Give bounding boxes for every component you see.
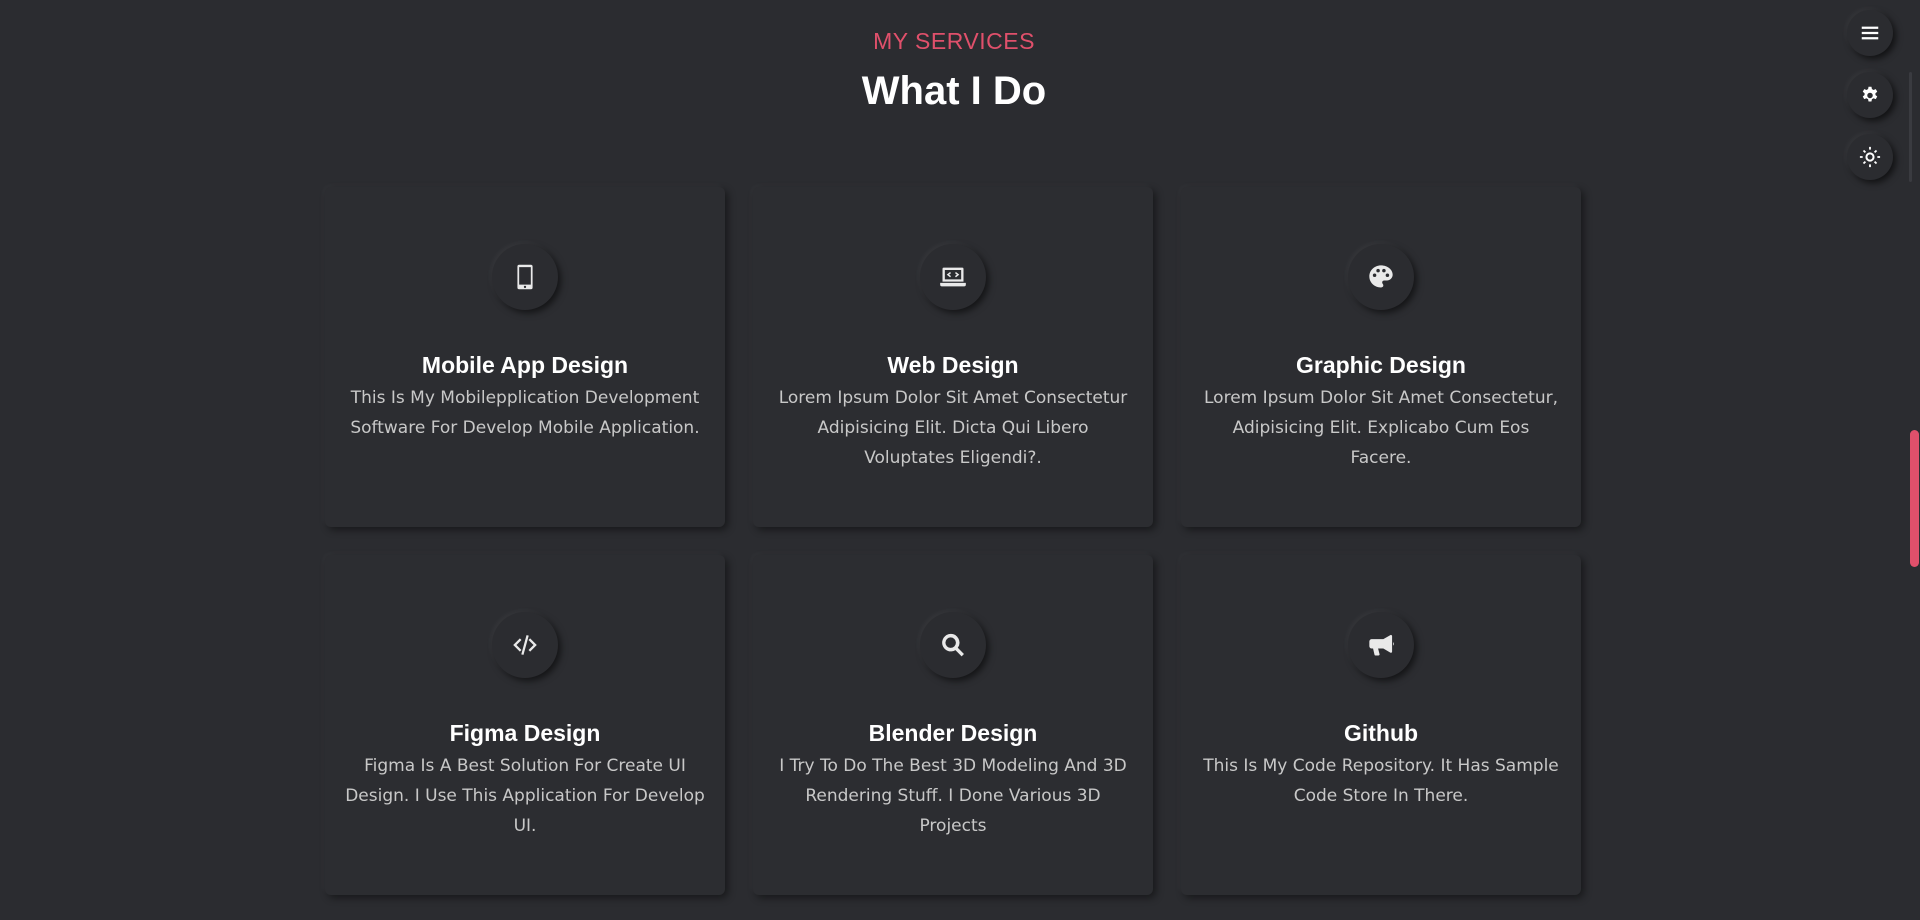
service-description: This Is My Code Repository. It Has Sampl… [1203,756,1559,806]
theme-toggle-button[interactable] [1847,134,1893,180]
menu-icon [1861,26,1879,40]
megaphone-icon [1348,612,1414,678]
service-description: Figma Is A Best Solution For Create UI D… [345,756,705,836]
service-card-mobile-app-design[interactable]: Mobile App Design This Is My Mobilepplic… [325,187,725,527]
code-icon [492,612,558,678]
services-grid: Mobile App Design This Is My Mobilepplic… [325,187,1583,895]
gear-icon [1862,86,1878,102]
service-title: Blender Design [868,720,1038,746]
service-card-web-design[interactable]: Web Design Lorem Ipsum Dolor Sit Amet Co… [753,187,1153,527]
laptop-code-icon [920,244,986,310]
palette-icon [1348,244,1414,310]
menu-button[interactable] [1847,10,1893,56]
service-description: Lorem Ipsum Dolor Sit Amet Consectetur A… [778,388,1128,468]
section-title: What I Do [861,69,1047,113]
search-icon [920,612,986,678]
service-title: Mobile App Design [421,352,629,378]
settings-button[interactable] [1847,72,1893,118]
service-title: Graphic Design [1296,352,1466,378]
side-scroll-track [1909,72,1912,182]
section-header: MY SERVICES What I Do [0,26,1908,116]
service-title: Github [1343,720,1419,746]
scrollbar-thumb[interactable] [1910,430,1919,567]
sun-icon [1859,146,1881,168]
service-card-github[interactable]: Github This Is My Code Repository. It Ha… [1181,555,1581,895]
service-description: This Is My Mobilepplication Development … [350,388,700,438]
service-description: I Try To Do The Best 3D Modeling And 3D … [779,756,1127,836]
section-subtitle: MY SERVICES [873,28,1035,54]
service-card-graphic-design[interactable]: Graphic Design Lorem Ipsum Dolor Sit Ame… [1181,187,1581,527]
service-card-blender-design[interactable]: Blender Design I Try To Do The Best 3D M… [753,555,1153,895]
service-title: Web Design [887,352,1019,378]
side-controls [1847,10,1893,196]
mobile-icon [492,244,558,310]
page: MY SERVICES What I Do Mobile App Design … [0,0,1920,920]
service-card-figma-design[interactable]: Figma Design Figma Is A Best Solution Fo… [325,555,725,895]
service-title: Figma Design [449,720,601,746]
service-description: Lorem Ipsum Dolor Sit Amet Consectetur, … [1204,388,1558,468]
